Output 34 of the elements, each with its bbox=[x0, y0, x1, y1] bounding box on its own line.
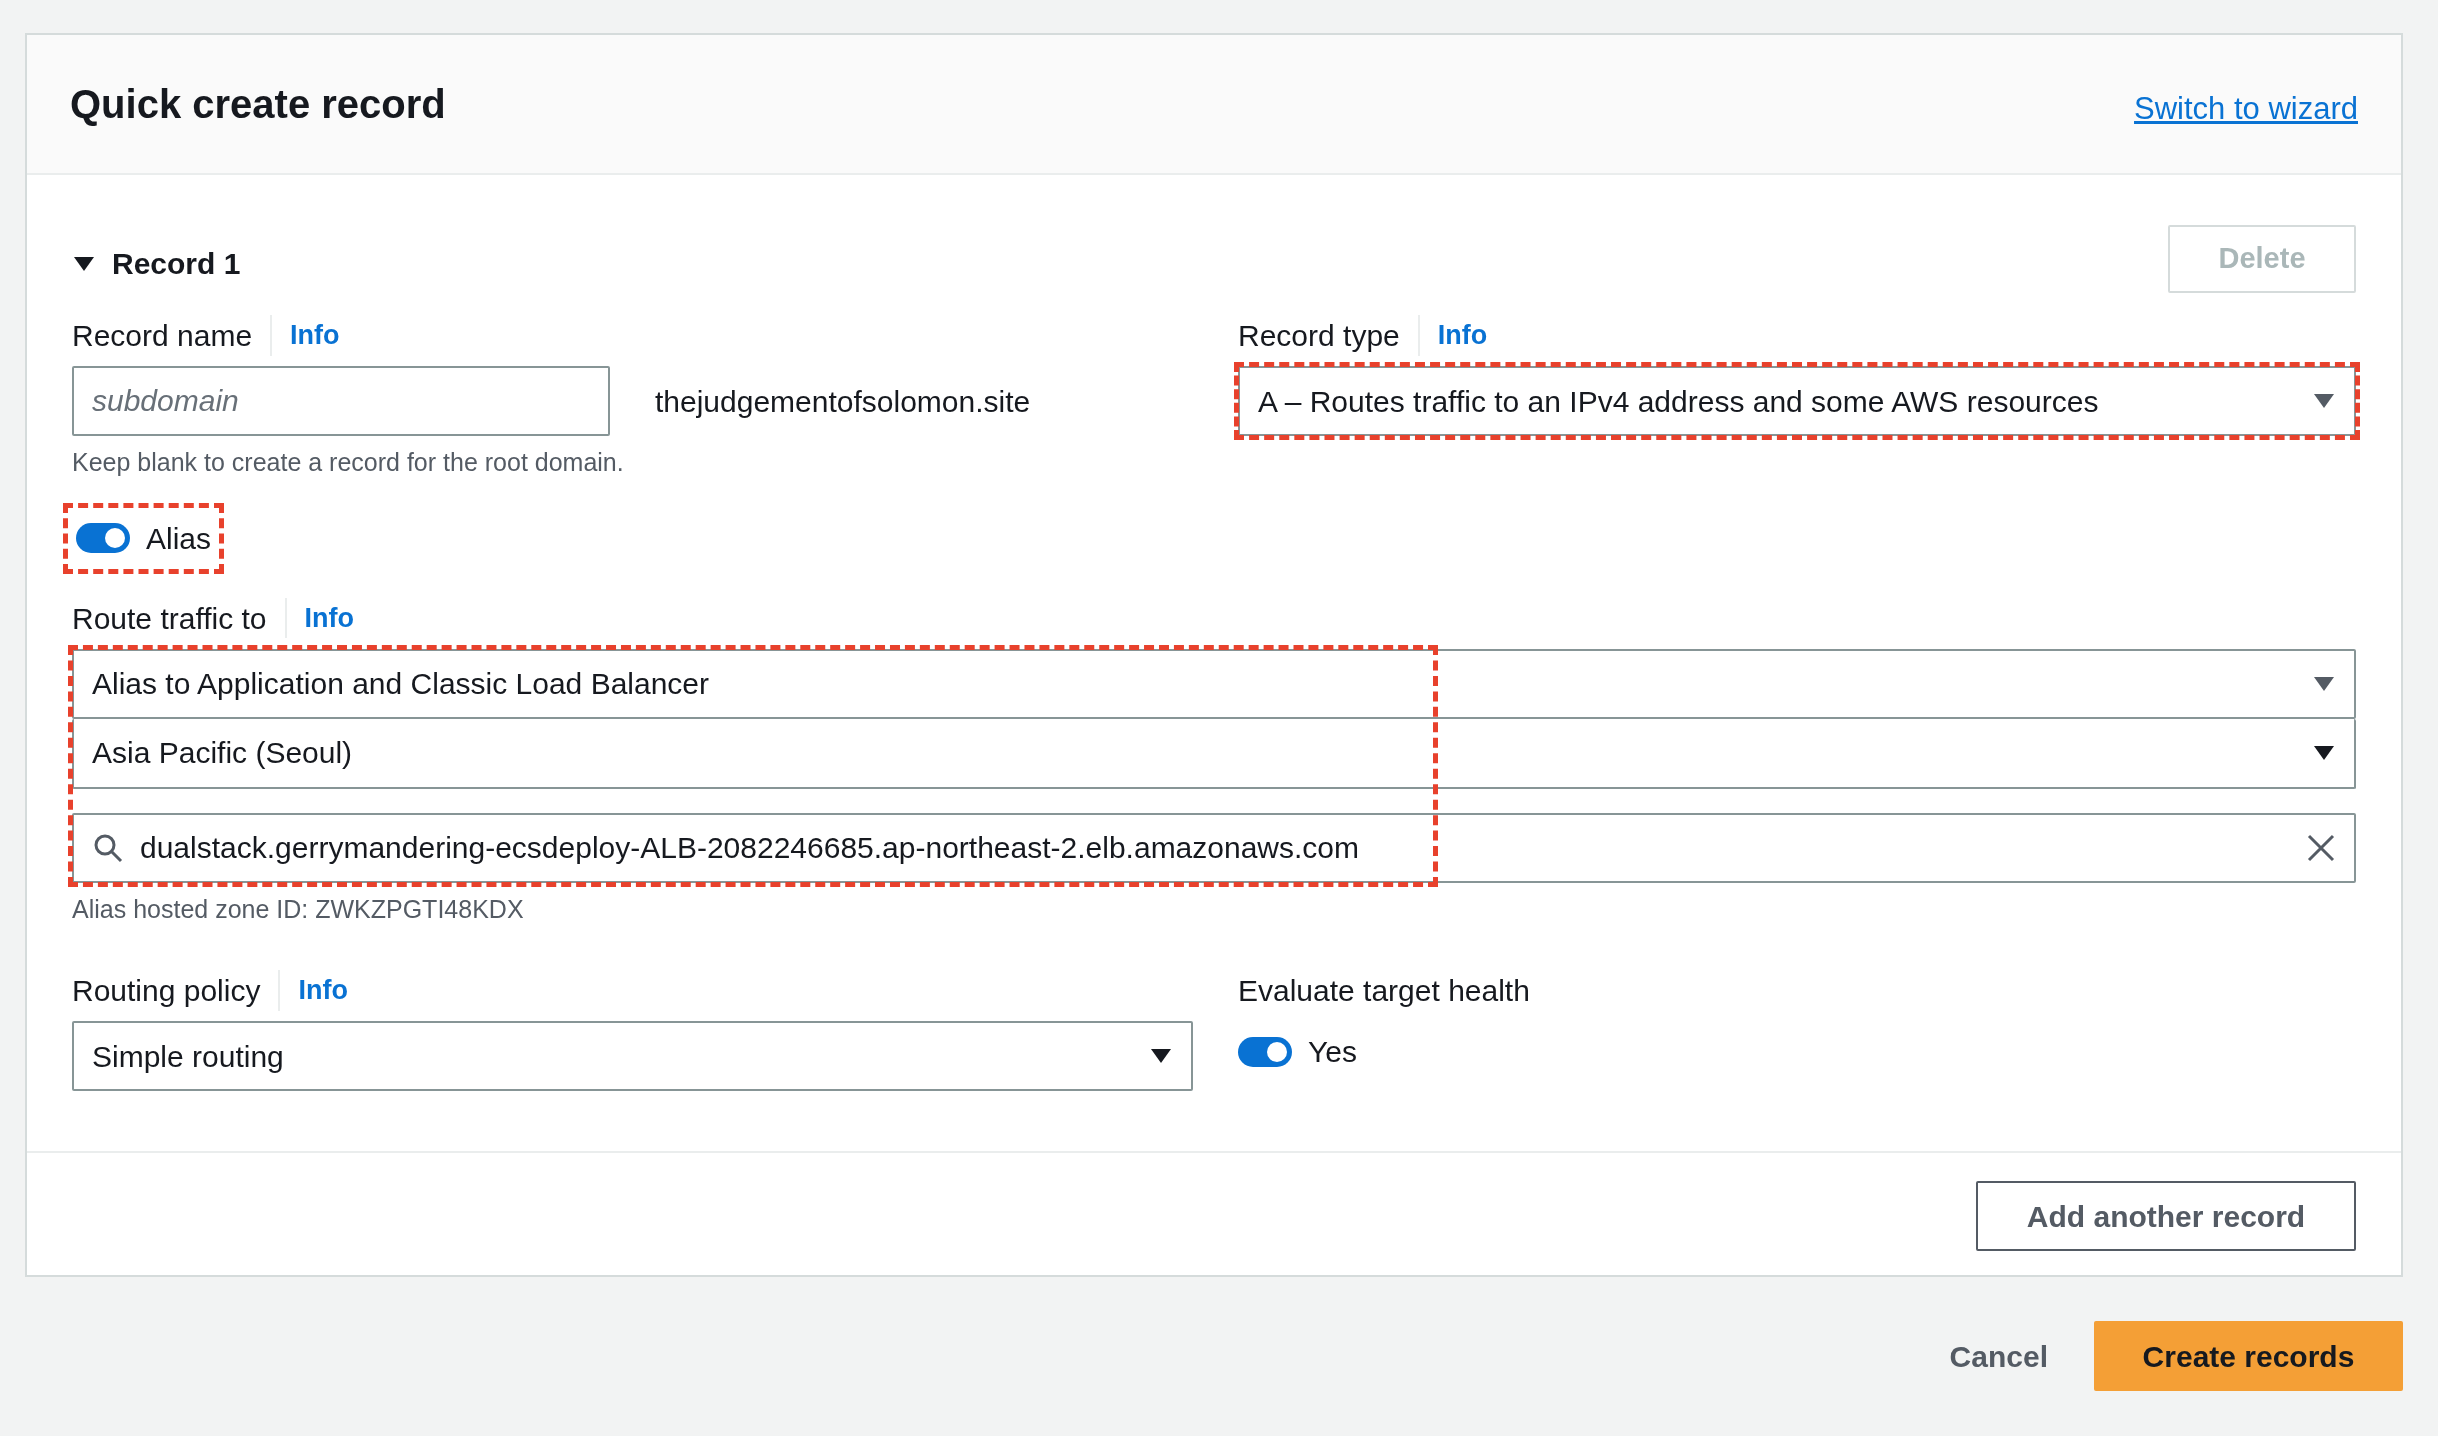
toggle-label: Yes bbox=[1308, 1034, 1357, 1070]
record-type-select[interactable]: A – Routes traffic to an IPv4 address and some AWS resources bbox=[1238, 366, 2356, 436]
cancel-button[interactable]: Cancel bbox=[1943, 1332, 2054, 1380]
toggle-switch[interactable] bbox=[76, 523, 130, 553]
field-hint: Alias hosted zone ID: ZWKZPGTI48KDX bbox=[72, 893, 525, 925]
caret-icon bbox=[1149, 1047, 1173, 1065]
toggle-switch[interactable] bbox=[1238, 1036, 1292, 1067]
info-link[interactable]: Info bbox=[1417, 315, 1488, 356]
field-label: Route traffic to bbox=[72, 600, 267, 637]
caret-icon bbox=[2312, 392, 2336, 410]
caret-icon bbox=[2312, 743, 2336, 762]
field-label: Record type bbox=[1238, 318, 1400, 354]
routing-policy-select[interactable]: Simple routing bbox=[72, 1021, 1193, 1091]
field-label: Routing policy bbox=[72, 973, 261, 1009]
toggle-label: Alias bbox=[146, 520, 212, 557]
info-link[interactable]: Info bbox=[284, 597, 355, 639]
field-label: Record name bbox=[72, 318, 253, 354]
create-records-button[interactable]: Create records bbox=[2094, 1321, 2403, 1391]
panel-title: Quick create record bbox=[70, 81, 446, 128]
caret-icon bbox=[2312, 674, 2336, 693]
expand-triangle-icon[interactable] bbox=[72, 254, 96, 273]
field-label: Evaluate target health bbox=[1238, 973, 1531, 1009]
field-hint: Keep blank to create a record for the root domain. bbox=[72, 447, 625, 478]
info-link[interactable]: Info bbox=[270, 315, 340, 356]
close-icon[interactable] bbox=[2306, 832, 2336, 863]
section-title: Record 1 bbox=[112, 246, 241, 282]
region-select[interactable]: Asia Pacific (Seoul) bbox=[72, 718, 2356, 789]
wizard-link[interactable]: Switch to wizard bbox=[2134, 85, 2358, 133]
endpoint-search-field[interactable]: dualstack.gerrymandering-ecsdeploy-ALB-2082246685.ap-northeast-2.elb.amazonaws.com bbox=[72, 812, 2356, 883]
info-link[interactable]: Info bbox=[278, 970, 348, 1011]
domain-suffix: thejudgementofsolomon.site bbox=[655, 383, 1031, 420]
add-record-button[interactable]: Add another record bbox=[1976, 1181, 2356, 1251]
record-name-field[interactable]: subdomain bbox=[72, 366, 610, 436]
endpoint-select[interactable]: Alias to Application and Classic Load Balancer bbox=[72, 648, 2356, 719]
